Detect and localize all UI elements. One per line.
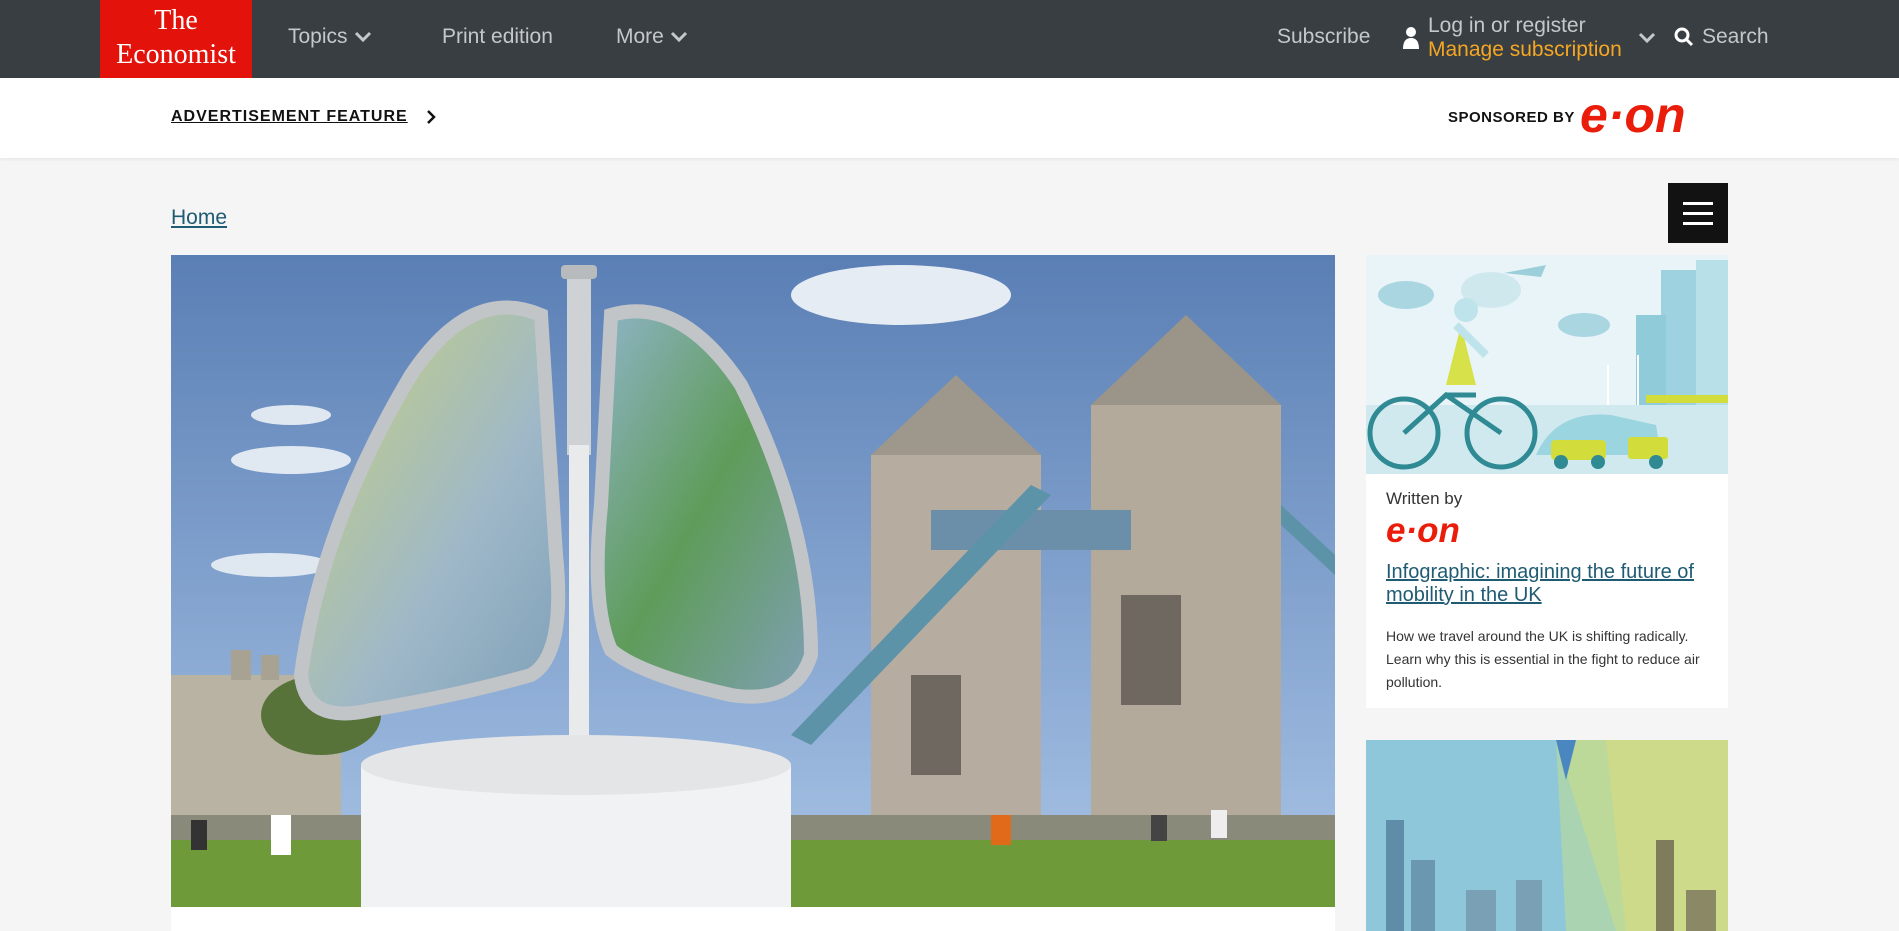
breadcrumb-home[interactable]: Home: [171, 206, 227, 230]
written-by-label: Written by: [1386, 489, 1463, 508]
sidebar-article-card[interactable]: [1366, 740, 1728, 931]
search-button[interactable]: Search: [1674, 25, 1769, 49]
chevron-down-icon: [354, 31, 371, 43]
mobility-infographic-illustration: [1366, 255, 1728, 474]
search-label: Search: [1702, 25, 1769, 48]
manage-subscription-link[interactable]: Manage subscription: [1428, 38, 1622, 62]
nav-topics-label: Topics: [288, 25, 348, 48]
sidebar-article-card[interactable]: Written by e·on Infographic: imagining t…: [1366, 255, 1728, 708]
top-navigation: The Economist Topics Print edition More …: [0, 0, 1899, 78]
nav-more-label: More: [616, 25, 664, 48]
article-body-start: [171, 907, 1335, 931]
sidebar-article-link[interactable]: Infographic: imagining the future of mob…: [1386, 561, 1716, 607]
hero-image: [171, 255, 1335, 907]
nav-print-edition[interactable]: Print edition: [442, 25, 553, 49]
user-icon: [1403, 27, 1419, 49]
lungs-sculpture-tower-bridge-photo: [171, 255, 1335, 907]
chevron-right-icon: [426, 110, 436, 124]
nav-print-edition-label: Print edition: [442, 25, 553, 48]
svg-text:e·on: e·on: [1580, 92, 1686, 140]
svg-text:e·on: e·on: [1386, 515, 1460, 549]
eon-logo[interactable]: e·on: [1580, 92, 1730, 140]
account-menu[interactable]: Log in or register Manage subscription: [1402, 14, 1656, 62]
login-register-link[interactable]: Log in or register: [1428, 14, 1622, 38]
search-icon: [1674, 27, 1694, 47]
eon-logo: e·on: [1386, 515, 1460, 549]
hamburger-line: [1683, 221, 1713, 225]
hamburger-line: [1683, 201, 1713, 205]
subscribe-link[interactable]: Subscribe: [1277, 25, 1370, 49]
nav-topics[interactable]: Topics: [288, 25, 372, 49]
hamburger-line: [1683, 211, 1713, 215]
hamburger-icon[interactable]: [1668, 183, 1728, 243]
advertisement-feature-link[interactable]: ADVERTISEMENT FEATURE: [171, 108, 436, 126]
advertisement-feature-label: ADVERTISEMENT FEATURE: [171, 108, 408, 125]
sidebar-article-description: How we travel around the UK is shifting …: [1386, 628, 1700, 690]
sponsored-by-label: SPONSORED BY: [1448, 109, 1575, 126]
sponsor-bar: ADVERTISEMENT FEATURE SPONSORED BY e·on: [0, 78, 1899, 158]
logo-line-2: Economist: [116, 39, 236, 70]
city-skyline-illustration: [1366, 740, 1728, 931]
subscribe-label: Subscribe: [1277, 25, 1371, 48]
logo-line-1: The: [154, 5, 198, 36]
chevron-down-icon: [670, 31, 687, 43]
economist-logo[interactable]: The Economist: [100, 0, 252, 78]
chevron-down-icon: [1638, 32, 1655, 44]
nav-more[interactable]: More: [616, 25, 688, 49]
